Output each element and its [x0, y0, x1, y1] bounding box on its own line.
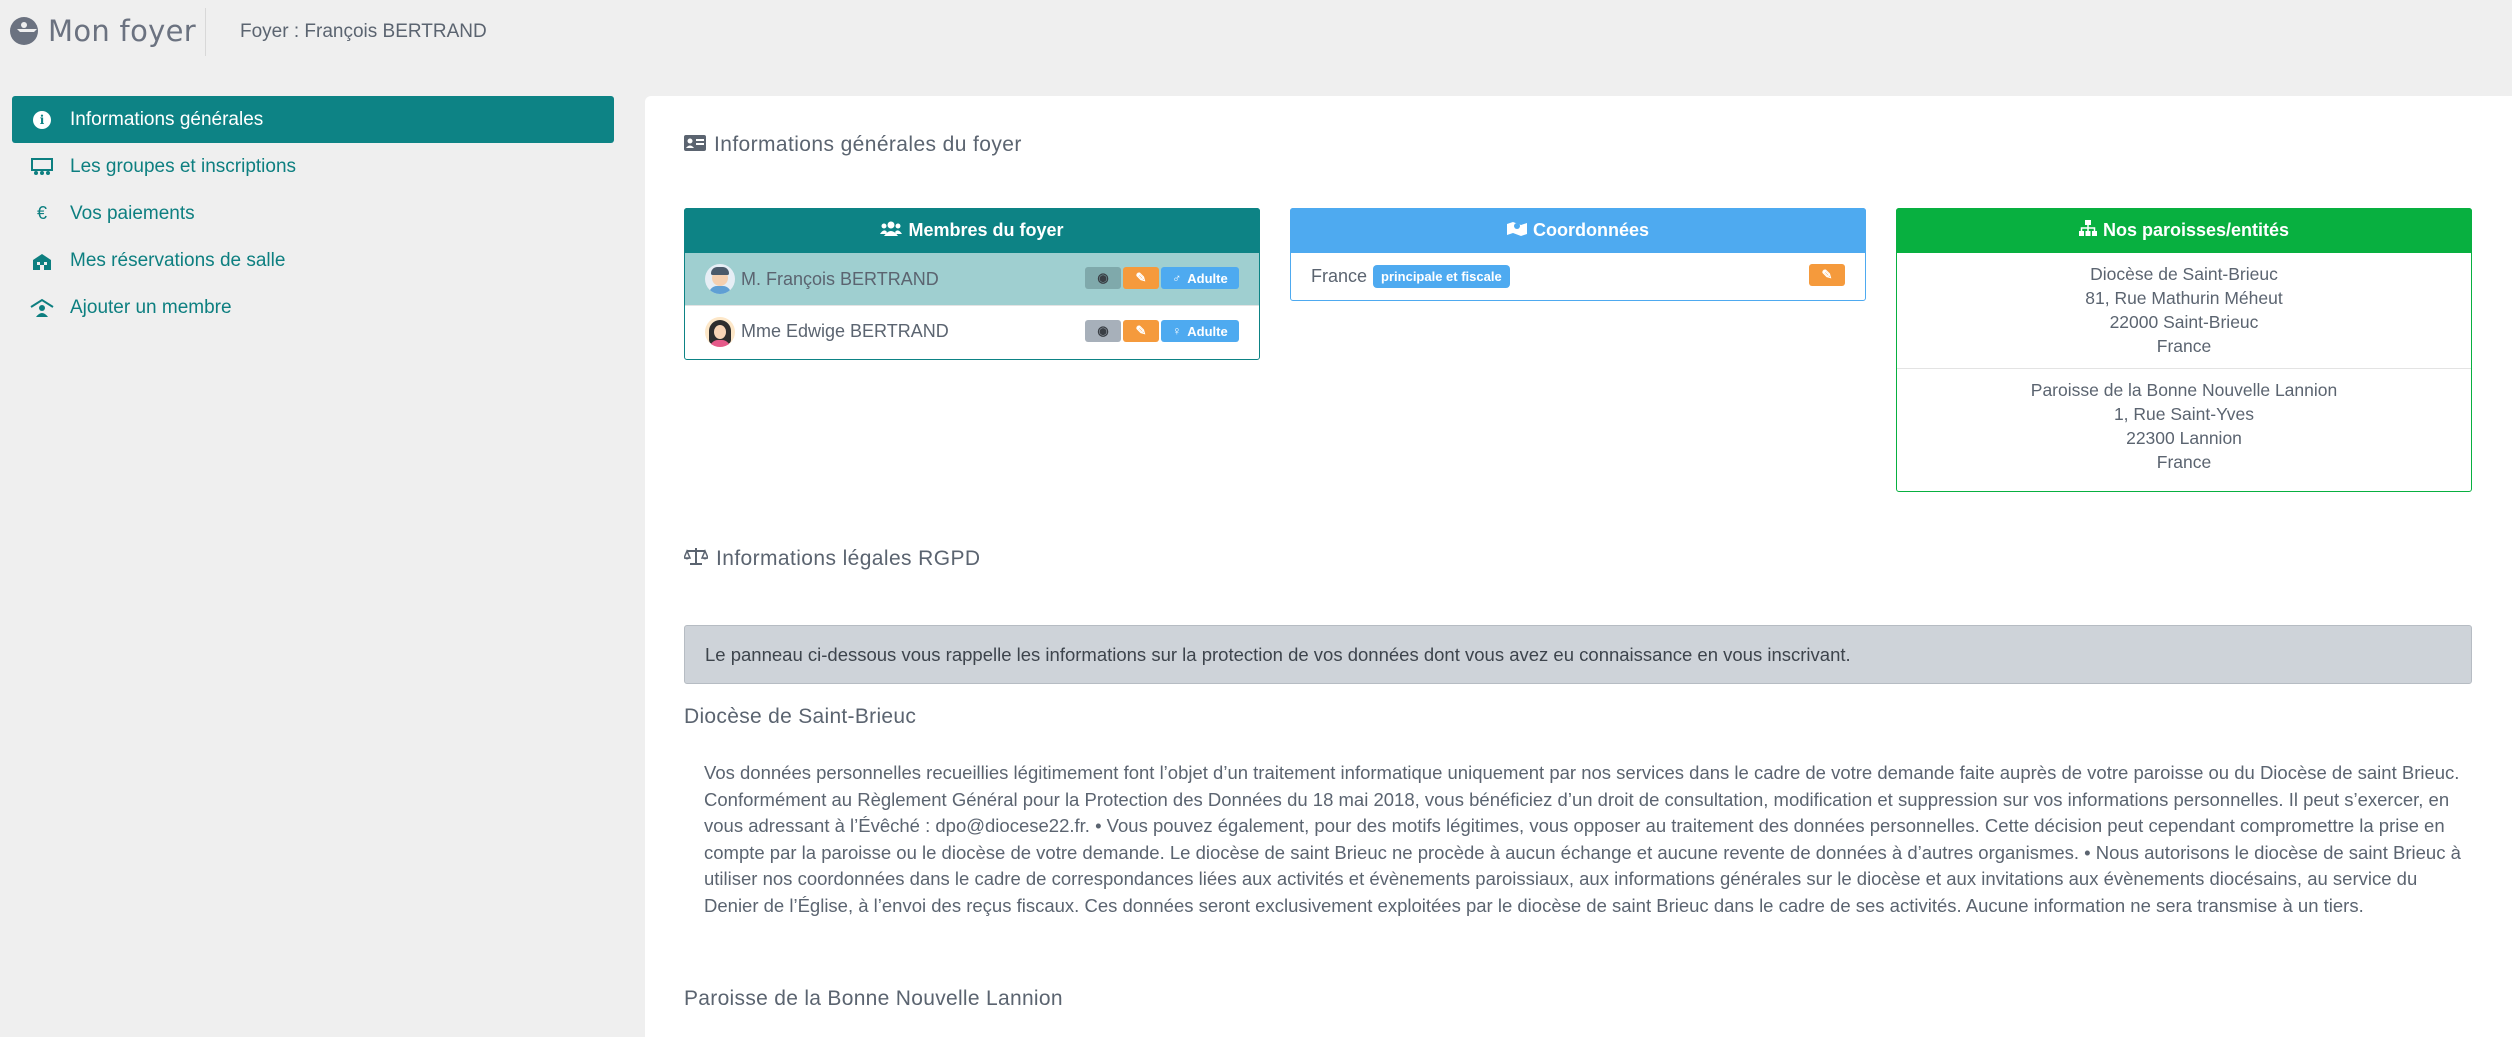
member-row[interactable]: M. François BERTRAND ◉ ✎ ♂ Adulte: [685, 253, 1259, 305]
foyer-label: Foyer : François BERTRAND: [240, 21, 487, 42]
edit-icon: ✎: [1821, 267, 1833, 282]
parish-country: France: [2156, 336, 2212, 356]
members-panel-title: Membres du foyer: [908, 220, 1064, 240]
person-icon: ♀: [1172, 324, 1182, 338]
parishes-panel-title: Nos paroisses/entités: [2102, 220, 2290, 240]
sidebar-item-label: Ajouter un membre: [70, 296, 232, 318]
role-label: Adulte: [1187, 270, 1228, 286]
edit-member-button[interactable]: ✎: [1123, 320, 1159, 342]
role-label: Adulte: [1187, 323, 1228, 339]
building-icon: [30, 249, 54, 273]
euro-icon: €: [36, 203, 47, 223]
sidebar-item-informations-generales[interactable]: i Informations générales: [12, 96, 614, 143]
member-row[interactable]: Mme Edwige BERTRAND ◉ ✎ ♀ Adulte: [685, 305, 1259, 357]
parish-legal-title: Paroisse de la Bonne Nouvelle Lannion: [684, 987, 1063, 1010]
edit-icon: ✎: [1135, 270, 1147, 285]
eye-icon: ◉: [1097, 323, 1109, 338]
map-icon: [1506, 220, 1527, 241]
address-country: France: [1311, 265, 1368, 286]
parish-city: 22300 Lannion: [2126, 428, 2242, 448]
top-header: Mon foyer Foyer : François BERTRAND: [0, 0, 2512, 64]
edit-icon: ✎: [1135, 323, 1147, 338]
parishes-panel-header: Nos paroisses/entités: [1896, 208, 2472, 253]
balance-scale-icon: [682, 547, 710, 571]
sidebar-item-label: Vos paiements: [70, 202, 195, 224]
edit-address-button[interactable]: ✎: [1809, 264, 1845, 286]
sidebar-item-ajouter-membre[interactable]: Ajouter un membre: [12, 284, 614, 331]
sidebar-item-label: Informations générales: [70, 108, 264, 130]
edit-member-button[interactable]: ✎: [1123, 267, 1159, 289]
general-info-title-text: Informations générales du foyer: [714, 133, 1022, 156]
member-name: Mme Edwige BERTRAND: [741, 321, 949, 341]
members-panel-header: Membres du foyer: [684, 208, 1260, 253]
avatar: [705, 264, 735, 294]
sidebar-item-groupes[interactable]: Les groupes et inscriptions: [12, 143, 614, 190]
app-title: Mon foyer: [48, 14, 196, 48]
brand[interactable]: Mon foyer: [10, 14, 196, 48]
view-member-button[interactable]: ◉: [1085, 320, 1121, 342]
users-icon: [880, 220, 903, 241]
address-type-badge: principale et fiscale: [1373, 264, 1510, 288]
member-actions: ◉ ✎ ♀ Adulte: [1085, 320, 1239, 342]
sidebar-item-paiements[interactable]: € Vos paiements: [12, 190, 614, 237]
legal-title: Informations légales RGPD: [682, 547, 981, 571]
parish-street: 1, Rue Saint-Yves: [2113, 404, 2255, 424]
add-member-icon: [30, 296, 54, 320]
role-badge: ♂ Adulte: [1161, 267, 1239, 289]
sitemap-icon: [2078, 220, 2097, 241]
coordinates-panel: Coordonnées France principale et fiscale…: [1290, 208, 1866, 301]
general-info-title: Informations générales du foyer: [684, 133, 1022, 157]
parish-name: Diocèse de Saint-Brieuc: [2090, 264, 2278, 284]
info-icon: i: [30, 108, 54, 132]
sidebar-item-label: Les groupes et inscriptions: [70, 155, 297, 177]
role-badge: ♀ Adulte: [1161, 320, 1239, 342]
parish-name: Paroisse de la Bonne Nouvelle Lannion: [2030, 380, 2338, 400]
parish-entry: Diocèse de Saint-Brieuc 81, Rue Mathurin…: [1897, 253, 2471, 368]
eye-icon: ◉: [1097, 270, 1109, 285]
person-icon: ♂: [1172, 271, 1182, 285]
member-actions: ◉ ✎ ♂ Adulte: [1085, 267, 1239, 289]
header-divider: [205, 8, 206, 56]
parish-city: 22000 Saint-Brieuc: [2109, 312, 2259, 332]
address-row[interactable]: France principale et fiscale ✎: [1291, 253, 1865, 299]
diocese-legal-title: Diocèse de Saint-Brieuc: [684, 705, 917, 728]
sidebar: i Informations générales Les groupes et …: [12, 96, 614, 331]
accessibility-icon: [10, 17, 38, 45]
sidebar-item-label: Mes réservations de salle: [70, 249, 286, 271]
members-panel: Membres du foyer M. François BERTRAND ◉ …: [684, 208, 1260, 360]
group-icon: [30, 155, 54, 179]
avatar: [705, 316, 735, 347]
sidebar-item-reservations[interactable]: Mes réservations de salle: [12, 237, 614, 284]
parish-entry: Paroisse de la Bonne Nouvelle Lannion 1,…: [1897, 368, 2471, 484]
coordinates-panel-header: Coordonnées: [1290, 208, 1866, 253]
rgpd-notice: Le panneau ci-dessous vous rappelle les …: [684, 625, 2472, 684]
legal-title-text: Informations légales RGPD: [716, 547, 981, 570]
diocese-legal-text: Vos données personnelles recueillies lég…: [704, 762, 2461, 916]
parishes-panel: Nos paroisses/entités Diocèse de Saint-B…: [1896, 208, 2472, 492]
parish-country: France: [2156, 452, 2212, 472]
coordinates-panel-title: Coordonnées: [1532, 220, 1649, 240]
parish-street: 81, Rue Mathurin Méheut: [2085, 288, 2283, 308]
view-member-button[interactable]: ◉: [1085, 267, 1121, 289]
main-panel: Informations générales du foyer Membres …: [645, 96, 2512, 1037]
id-card-icon: [684, 133, 706, 157]
member-name: M. François BERTRAND: [741, 268, 939, 289]
